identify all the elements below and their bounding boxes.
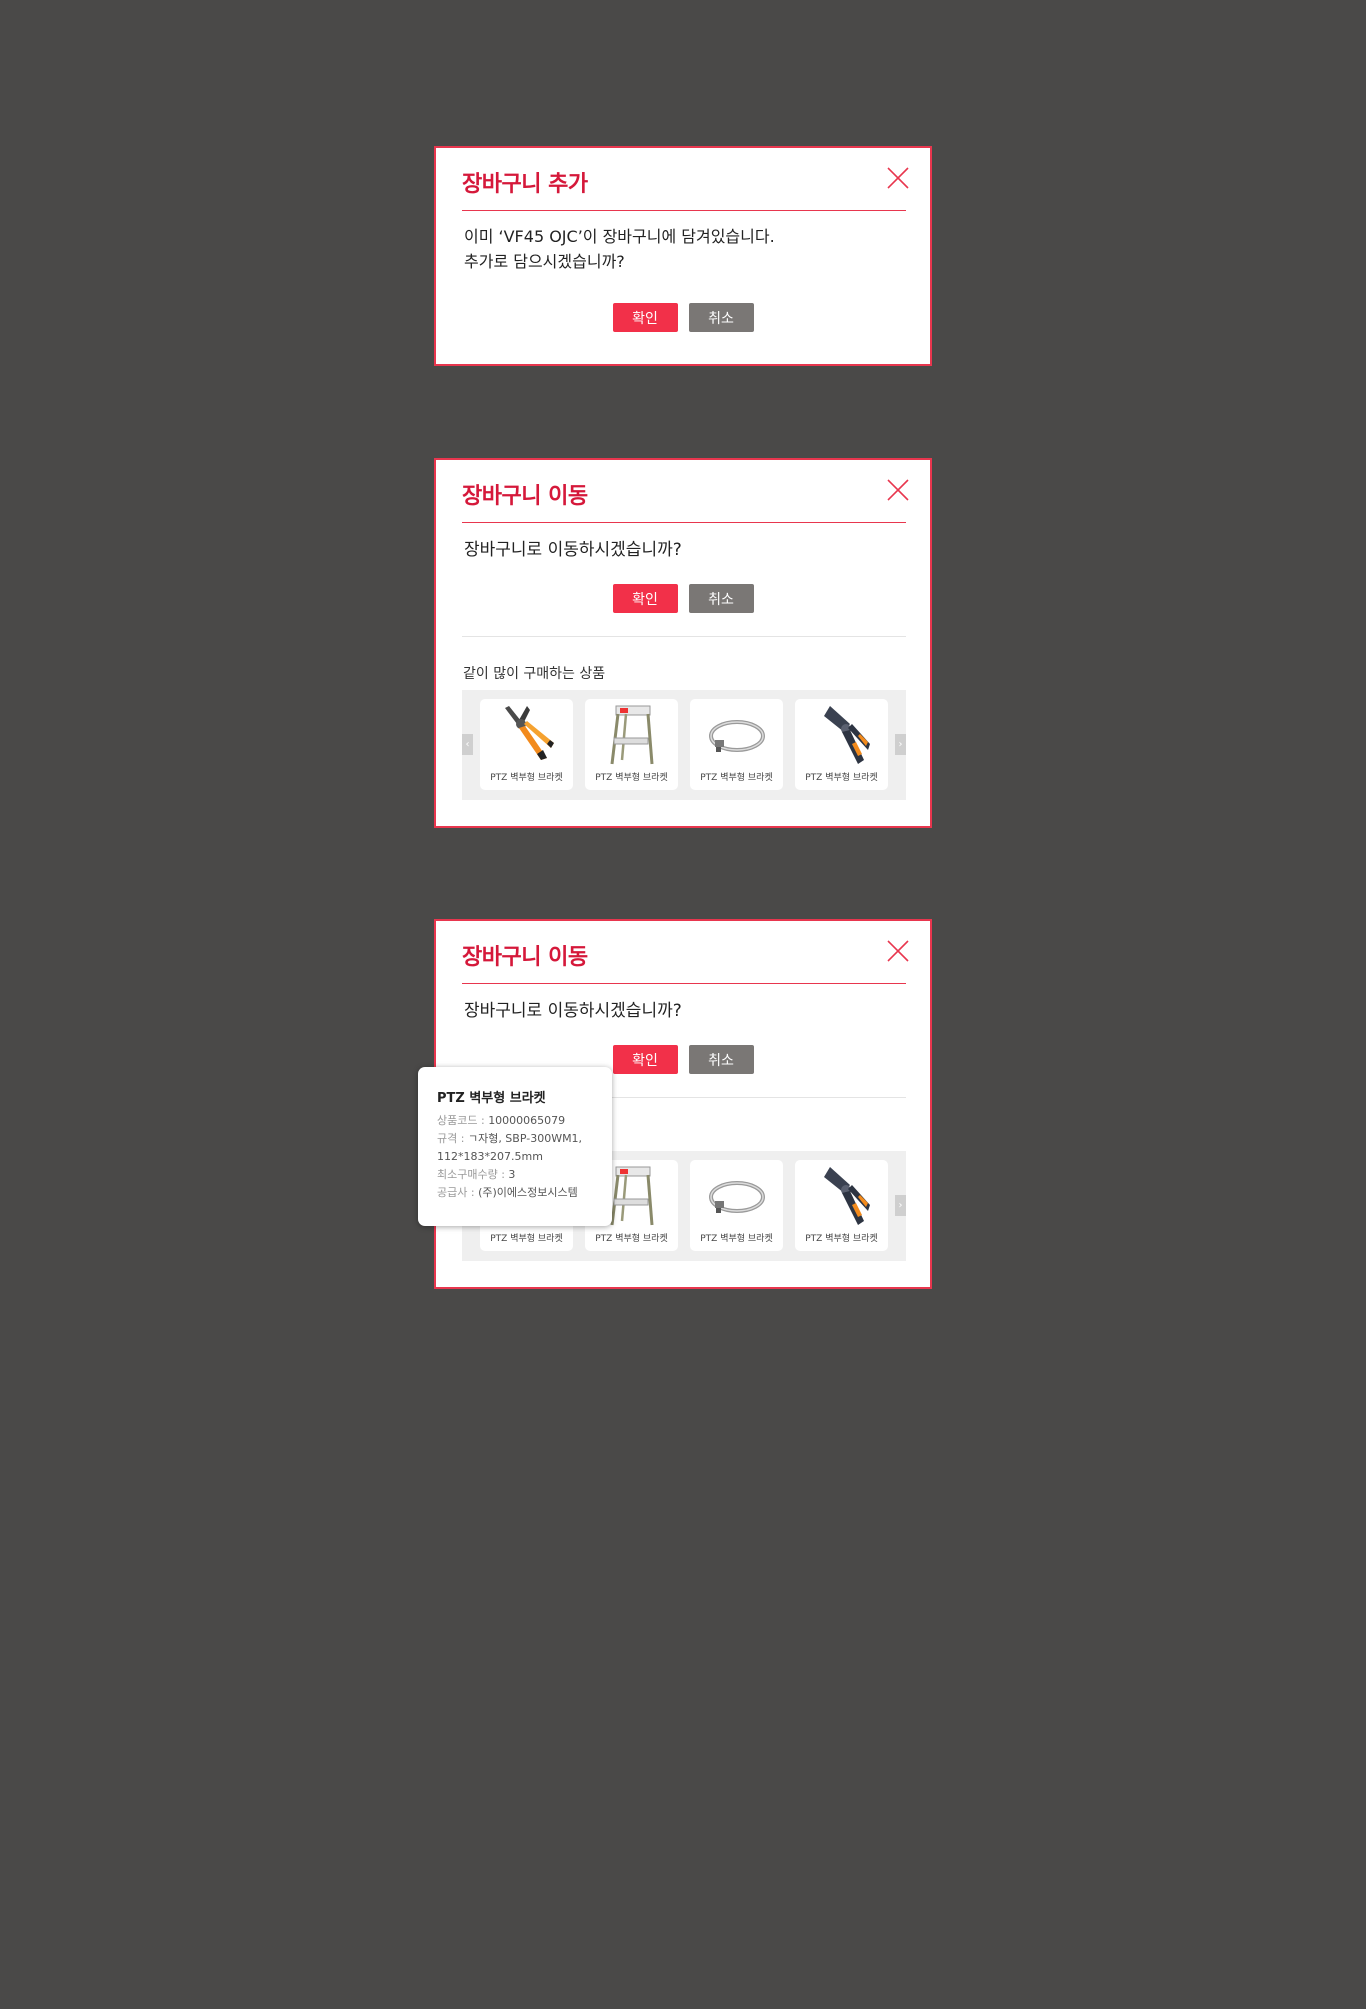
tooltip-code: 상품코드 : 10000065079 <box>437 1112 565 1129</box>
product-name: PTZ 벽부형 브라켓 <box>595 773 668 783</box>
button-group: 확인 취소 <box>436 584 930 613</box>
product-name: PTZ 벽부형 브라켓 <box>490 773 563 783</box>
tooltip-min-qty: 최소구매수량 : 3 <box>437 1166 515 1183</box>
related-products-title: 같이 많이 구매하는 상품 <box>463 666 606 682</box>
title-divider <box>462 983 906 984</box>
dialog-message: 장바구니로 이동하시겠습니까? <box>464 540 682 560</box>
supplier-label: 공급사 : <box>437 1186 479 1199</box>
close-icon[interactable] <box>886 166 910 190</box>
spec-label: 규격 : <box>437 1132 468 1145</box>
cancel-button[interactable]: 취소 <box>688 303 754 332</box>
chevron-right-icon[interactable]: › <box>895 734 906 755</box>
product-name: PTZ 벽부형 브라켓 <box>805 1234 878 1244</box>
confirm-button[interactable]: 확인 <box>612 303 678 332</box>
confirm-button[interactable]: 확인 <box>612 584 678 613</box>
title-divider <box>462 210 906 211</box>
tooltip-spec-2: 112*183*207.5mm <box>437 1148 543 1165</box>
message-line-1: 이미 ‘VF45 OJC’이 장바구니에 담겨있습니다. <box>464 227 775 246</box>
product-name: PTZ 벽부형 브라켓 <box>700 773 773 783</box>
step-stool-image <box>610 704 654 766</box>
confirm-button[interactable]: 확인 <box>612 1045 678 1074</box>
tooltip-spec: 규격 : ㄱ자형, SBP-300WM1, <box>437 1130 582 1147</box>
cancel-button[interactable]: 취소 <box>688 584 754 613</box>
crimp-tool-dark-image <box>824 706 870 764</box>
chevron-right-icon[interactable]: › <box>895 1195 906 1216</box>
product-card[interactable]: PTZ 벽부형 브라켓 <box>690 1160 783 1251</box>
close-icon[interactable] <box>886 478 910 502</box>
product-card[interactable]: PTZ 벽부형 브라켓 <box>795 1160 888 1251</box>
product-card[interactable]: PTZ 벽부형 브라켓 <box>795 699 888 790</box>
product-card[interactable]: PTZ 벽부형 브라켓 <box>690 699 783 790</box>
message-line-2: 추가로 담으시겠습니까? <box>464 252 625 271</box>
dialog-message: 이미 ‘VF45 OJC’이 장바구니에 담겨있습니다. 추가로 담으시겠습니까… <box>464 224 775 274</box>
hose-clamp-image <box>709 720 765 754</box>
crimp-tool-dark-image <box>824 1167 870 1225</box>
min-qty-label: 최소구매수량 : <box>437 1168 509 1181</box>
close-icon[interactable] <box>886 939 910 963</box>
dialog-message: 장바구니로 이동하시겠습니까? <box>464 1001 682 1021</box>
code-label: 상품코드 : <box>437 1114 489 1127</box>
dialog-title: 장바구니 이동 <box>462 484 588 509</box>
product-name: PTZ 벽부형 브라켓 <box>700 1234 773 1244</box>
hose-clamp-image <box>709 1181 765 1215</box>
min-qty-value: 3 <box>508 1168 516 1181</box>
dialog-title: 장바구니 이동 <box>462 945 588 970</box>
move-to-cart-dialog: 장바구니 이동 장바구니로 이동하시겠습니까? 확인 취소 같이 많이 구매하는… <box>434 458 932 828</box>
product-name: PTZ 벽부형 브라켓 <box>805 773 878 783</box>
dialog-title: 장바구니 추가 <box>462 172 588 197</box>
code-value: 10000065079 <box>488 1114 566 1127</box>
button-group: 확인 취소 <box>436 303 930 332</box>
spec-value-2: 112*183*207.5mm <box>437 1150 543 1163</box>
product-tooltip: PTZ 벽부형 브라켓 상품코드 : 10000065079 규격 : ㄱ자형,… <box>418 1067 612 1226</box>
product-name: PTZ 벽부형 브라켓 <box>595 1234 668 1244</box>
tooltip-title: PTZ 벽부형 브라켓 <box>437 1091 546 1106</box>
spec-value: ㄱ자형, SBP-300WM1, <box>467 1132 583 1145</box>
product-name: PTZ 벽부형 브라켓 <box>490 1234 563 1244</box>
title-divider <box>462 522 906 523</box>
chevron-left-icon[interactable]: ‹ <box>462 734 473 755</box>
crimp-pliers-orange-image <box>505 706 554 760</box>
section-divider <box>462 636 906 637</box>
product-card[interactable]: PTZ 벽부형 브라켓 <box>585 699 678 790</box>
add-to-cart-dialog: 장바구니 추가 이미 ‘VF45 OJC’이 장바구니에 담겨있습니다. 추가로… <box>434 146 932 366</box>
related-products-carousel: ‹ PTZ 벽부형 브라켓 PTZ 벽부형 브라켓 PTZ 벽부형 브라켓 PT… <box>462 690 906 800</box>
tooltip-supplier: 공급사 : (주)이에스정보시스템 <box>437 1184 578 1201</box>
product-card[interactable]: PTZ 벽부형 브라켓 <box>480 699 573 790</box>
cancel-button[interactable]: 취소 <box>688 1045 754 1074</box>
supplier-value: (주)이에스정보시스템 <box>478 1186 578 1199</box>
